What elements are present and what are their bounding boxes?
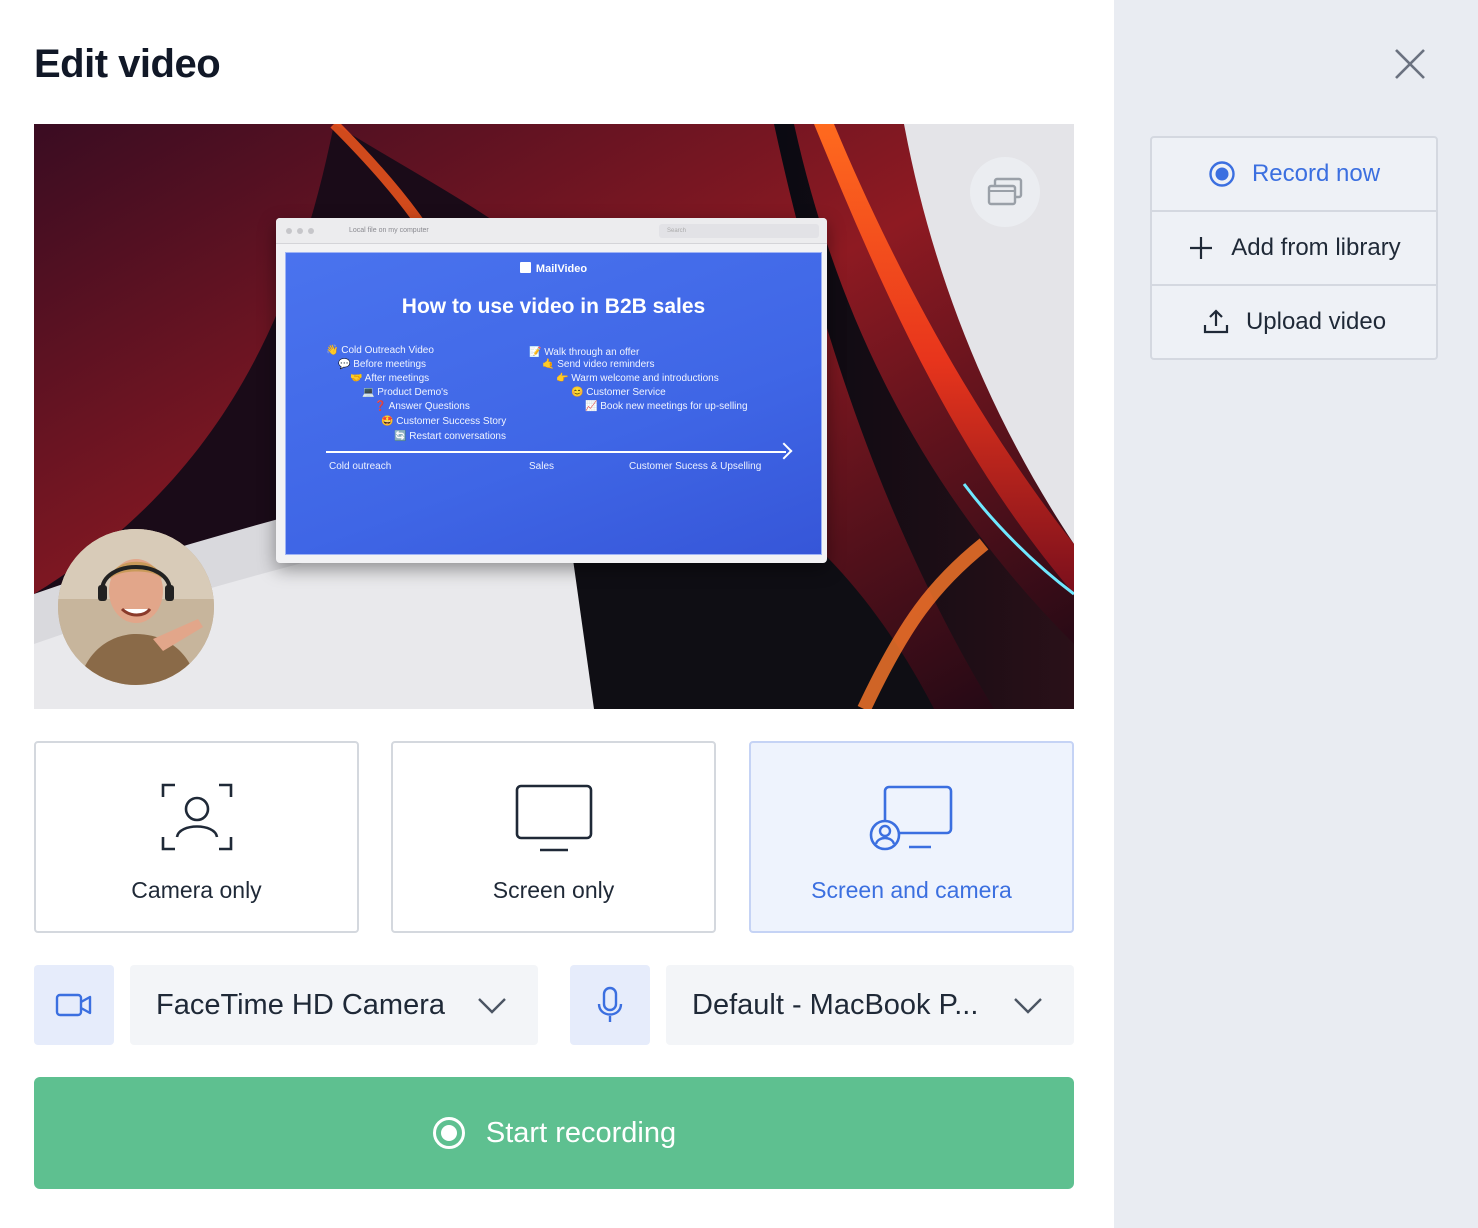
start-recording-label: Start recording	[485, 1116, 677, 1149]
shared-screen-window: Local file on my computer Search MailVid…	[276, 218, 827, 563]
window-close-dot	[286, 227, 292, 234]
video-camera-icon	[55, 993, 92, 1017]
slide-left-item: 💻 Product Demo's	[362, 387, 449, 398]
window-minimize-dot	[297, 227, 303, 234]
camera-bubble-avatar[interactable]	[58, 529, 214, 685]
camera-toggle-button[interactable]	[34, 965, 114, 1045]
slide-right-item: 😊 Customer Service	[571, 387, 666, 398]
slide-left-item: 🤝 After meetings	[350, 373, 430, 384]
slide-right-item: 📝 Walk through an offer	[529, 347, 640, 358]
record-icon	[1209, 161, 1235, 187]
mode-card-screen-and-camera[interactable]: Screen and camera	[749, 741, 1074, 933]
window-title: Local file on my computer	[349, 227, 429, 234]
window-zoom-dot	[308, 227, 314, 234]
slide-left-item: 🤩 Customer Success Story	[381, 416, 507, 427]
mode-card-camera-only[interactable]: Camera only	[34, 741, 359, 933]
microphone-select[interactable]: Default - MacBook P...	[666, 965, 1074, 1045]
video-preview: Local file on my computer Search MailVid…	[34, 124, 1074, 709]
camera-frame-icon	[161, 783, 232, 851]
menu-item-label: Add from library	[1231, 234, 1401, 261]
microphone-select-value: Default - MacBook P...	[692, 989, 979, 1021]
mode-card-screen-only[interactable]: Screen only	[391, 741, 716, 933]
window-search: Search	[659, 224, 819, 238]
picture-in-picture-button[interactable]	[970, 157, 1040, 227]
mode-card-label: Camera only	[131, 877, 262, 903]
close-button[interactable]	[1386, 40, 1434, 88]
mode-card-label: Screen and camera	[811, 877, 1012, 903]
record-icon	[432, 1117, 465, 1149]
screen-and-camera-icon	[869, 785, 952, 851]
microphone-icon	[597, 986, 623, 1022]
chevron-down-icon	[1014, 998, 1042, 1014]
monitor-icon	[515, 784, 592, 852]
microphone-toggle-button[interactable]	[570, 965, 650, 1045]
chevron-down-icon	[478, 998, 506, 1014]
plus-icon	[1190, 237, 1213, 259]
slide-timeline-axis	[326, 451, 786, 453]
menu-item-record-now[interactable]: Record now	[1152, 138, 1436, 210]
slide-axis-label: Sales	[529, 461, 555, 472]
slide-right-item: 👉 Warm welcome and introductions	[556, 373, 719, 384]
menu-item-upload-video[interactable]: Upload video	[1152, 286, 1436, 358]
brand-logo-icon	[519, 262, 531, 273]
windows-icon	[987, 177, 1023, 206]
record-panel: Edit video Local file on my computer Sea…	[0, 0, 1114, 1228]
start-recording-button[interactable]: Start recording	[34, 1077, 1074, 1189]
presentation-slide: MailVideo How to use video in B2B sales …	[285, 252, 822, 555]
close-icon	[1395, 49, 1425, 79]
slide-right-item: 🤙 Send video reminders	[542, 359, 655, 370]
page-title: Edit video	[34, 42, 221, 86]
slide-left-item: ❓ Answer Questions	[374, 401, 470, 412]
slide-axis-label: Customer Sucess & Upselling	[629, 461, 762, 472]
window-titlebar: Local file on my computer Search	[276, 218, 827, 244]
mode-card-label: Screen only	[492, 877, 615, 903]
camera-select-value: FaceTime HD Camera	[156, 989, 445, 1021]
slide-title: How to use video in B2B sales	[401, 295, 706, 318]
presenter-image	[58, 529, 214, 685]
slide-right-item: 📈 Book new meetings for up-selling	[585, 401, 748, 412]
slide-left-item: 💬 Before meetings	[338, 359, 427, 370]
menu-item-add-from-library[interactable]: Add from library	[1152, 212, 1436, 284]
slide-left-item: 🔄 Restart conversations	[394, 431, 506, 442]
slide-left-item: 👋 Cold Outreach Video	[326, 345, 434, 356]
slide-brand-text: MailVideo	[535, 263, 588, 275]
menu-item-label: Upload video	[1245, 308, 1387, 335]
menu-item-label: Record now	[1251, 160, 1381, 187]
slide-axis-label: Cold outreach	[329, 461, 392, 472]
slide-brand: MailVideo	[286, 262, 821, 275]
video-source-menu: Record now Add from library Upload video	[1150, 136, 1438, 360]
upload-icon	[1203, 309, 1229, 334]
arrow-right-icon	[775, 442, 793, 460]
camera-select[interactable]: FaceTime HD Camera	[130, 965, 538, 1045]
